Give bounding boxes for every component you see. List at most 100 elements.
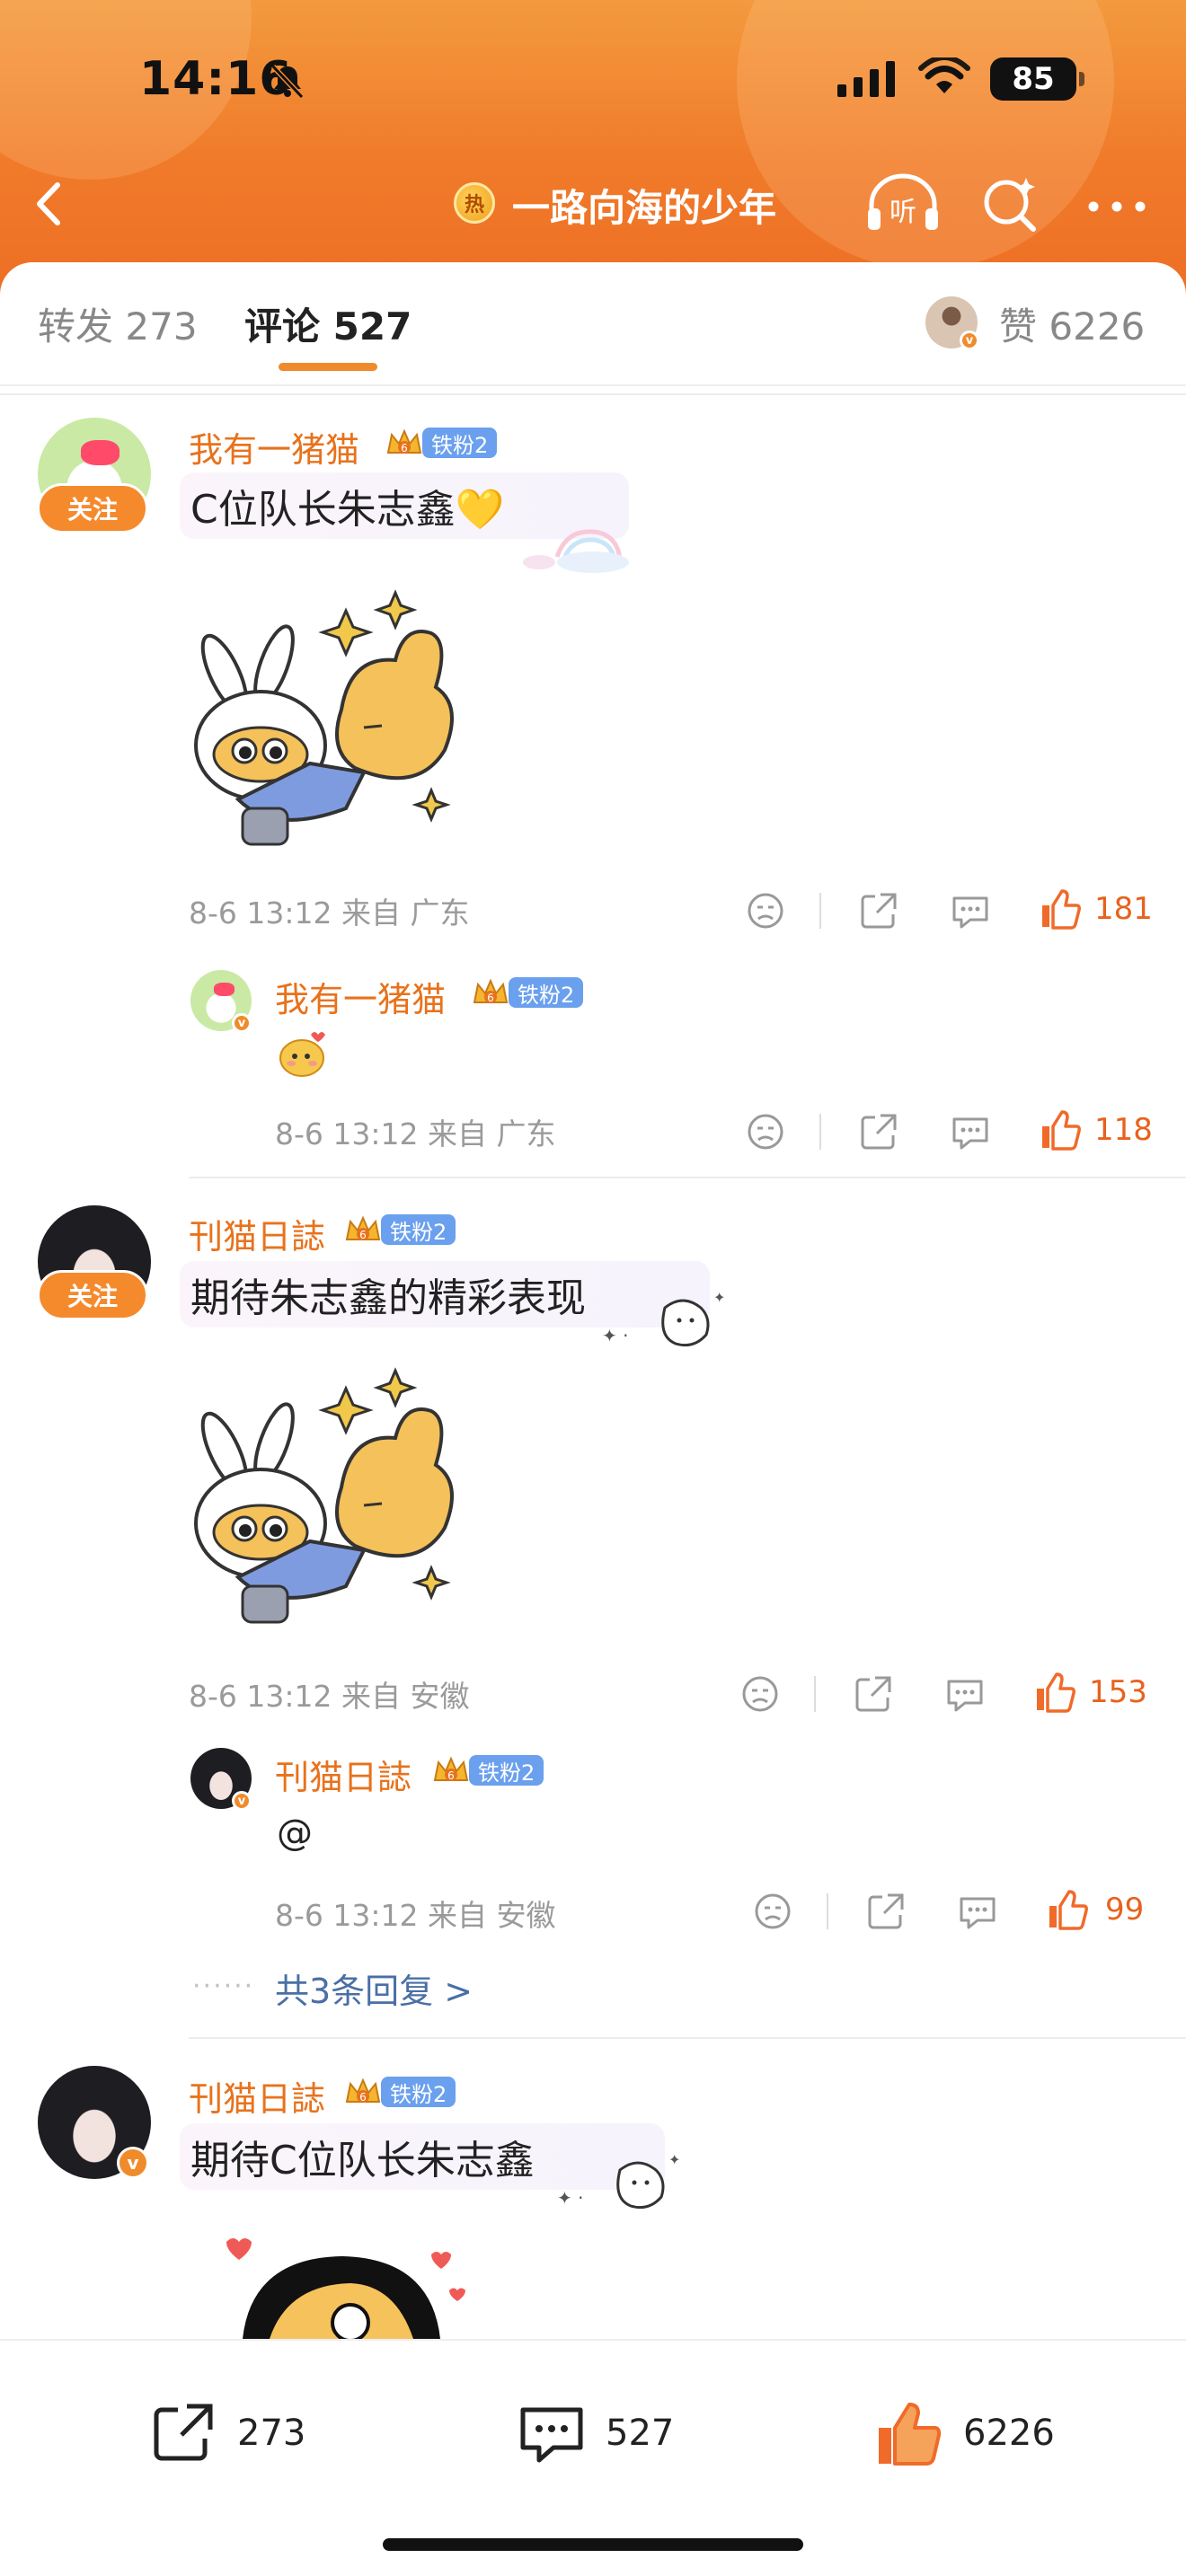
hot-badge-icon: 热 <box>454 182 495 224</box>
reply-bubble-icon[interactable] <box>949 889 992 932</box>
comment-count: 527 <box>606 2413 675 2454</box>
dislike-face-icon[interactable] <box>739 1672 782 1716</box>
more-options-icon[interactable] <box>1083 172 1151 235</box>
like-count: 118 <box>1094 1112 1153 1148</box>
timestamp-text: 8-6 13:12 <box>189 895 332 931</box>
reply-timestamp: 8-6 13:12 来自 安徽 <box>275 1892 556 1935</box>
share-icon[interactable] <box>864 1890 907 1933</box>
home-indicator <box>383 2538 803 2551</box>
fan-badge: 铁粉2 <box>422 428 498 458</box>
back-arrow-icon[interactable] <box>27 172 72 235</box>
reply-username[interactable]: 刊猫日誌 <box>275 1750 412 1799</box>
share-icon[interactable] <box>852 1672 895 1716</box>
tab-likes-label: 赞 <box>999 304 1038 348</box>
comment-timestamp: 8-6 13:12 来自 安徽 <box>189 1672 470 1716</box>
like-count: 6226 <box>963 2413 1055 2454</box>
action-separator <box>827 1893 828 1929</box>
wifi-icon <box>918 57 970 93</box>
comment-bubble-icon <box>520 2407 583 2463</box>
svg-text:✦: ✦ <box>668 2152 680 2168</box>
svg-text:6: 6 <box>487 992 494 1004</box>
tab-repost-count: 273 <box>125 304 198 348</box>
svg-text:✦: ✦ <box>713 1290 725 1306</box>
username[interactable]: 我有一猪猫 <box>189 422 359 472</box>
follow-button[interactable]: 关注 <box>37 1270 148 1320</box>
search-icon[interactable] <box>979 172 1042 235</box>
bell-muted-icon <box>270 64 305 100</box>
share-icon[interactable] <box>857 1110 900 1153</box>
fan-badge: 铁粉2 <box>381 1214 456 1245</box>
action-separator <box>814 1676 816 1712</box>
repost-button[interactable]: 273 <box>147 2393 305 2474</box>
ghost-decoration-icon: ✦ · ✦ <box>557 2152 680 2210</box>
battery-indicator: 85 <box>990 57 1084 101</box>
cloud-rainbow-decoration-icon <box>523 529 629 573</box>
action-separator <box>819 1114 821 1150</box>
verified-badge-icon: v <box>117 2147 149 2179</box>
blush-emoji-icon <box>279 1032 325 1077</box>
verified-badge-icon: v <box>960 331 979 350</box>
tab-bar: 转发 273 评论 527 v 赞 6226 <box>0 262 1186 386</box>
reply-username[interactable]: 我有一猪猫 <box>275 972 446 1021</box>
username[interactable]: 刊猫日誌 <box>189 1209 325 1258</box>
fan-badge: 铁粉2 <box>509 977 584 1008</box>
location-text: 来自 安徽 <box>428 1898 556 1933</box>
fan-crown-icon: 6 <box>386 428 422 454</box>
nav-bar: 热 一路向海的少年 听 <box>0 162 1186 243</box>
timestamp-text: 8-6 13:12 <box>189 1679 332 1714</box>
like-count: 153 <box>1089 1674 1147 1710</box>
bunny-thumbs-up-sticker <box>194 1367 454 1624</box>
dislike-face-icon[interactable] <box>751 1890 794 1933</box>
fan-crown-icon: 6 <box>433 1756 469 1782</box>
verified-badge-icon: v <box>232 1791 252 1811</box>
comment-button[interactable]: 527 <box>516 2393 674 2474</box>
repost-count: 273 <box>237 2413 306 2454</box>
fan-badge: 铁粉2 <box>469 1755 544 1786</box>
timestamp-text: 8-6 13:12 <box>275 1898 419 1933</box>
cartoon-character-sticker <box>226 2238 465 2339</box>
thumbs-up-icon[interactable] <box>1039 887 1082 931</box>
tab-comments[interactable]: 评论 527 <box>244 296 412 351</box>
tab-likes-count: 6226 <box>1049 304 1146 348</box>
verified-badge-icon: v <box>232 1013 252 1033</box>
reply-timestamp: 8-6 13:12 来自 广东 <box>275 1110 556 1153</box>
page-title[interactable]: 一路向海的少年 <box>512 178 776 233</box>
ghost-decoration-icon: ✦ · ✦ <box>602 1290 725 1347</box>
reply-bubble-icon[interactable] <box>943 1672 987 1716</box>
share-icon <box>154 2404 213 2461</box>
thumbs-up-icon[interactable] <box>1033 1671 1076 1714</box>
username[interactable]: 刊猫日誌 <box>189 2071 325 2121</box>
dislike-face-icon[interactable] <box>744 1110 787 1153</box>
location-text: 来自 广东 <box>428 1116 556 1151</box>
fan-badge: 铁粉2 <box>381 2077 456 2107</box>
fan-crown-icon: 6 <box>345 2078 381 2104</box>
status-bar: 14:16 85 <box>0 52 1186 124</box>
thumbs-up-icon[interactable] <box>1046 1888 1089 1931</box>
fan-crown-icon: 6 <box>473 978 509 1004</box>
view-more-replies-link[interactable]: 共3条回复 > <box>275 1963 473 2013</box>
thread-dots-icon: ······ <box>192 1971 255 2002</box>
dislike-face-icon[interactable] <box>744 889 787 932</box>
headphones-listen-icon[interactable]: 听 <box>863 172 943 235</box>
svg-text:6: 6 <box>447 1769 455 1782</box>
svg-text:6: 6 <box>359 1229 367 1241</box>
thumbs-up-icon[interactable] <box>1039 1108 1082 1151</box>
like-button[interactable]: 6226 <box>873 2393 1055 2474</box>
tab-likes[interactable]: 赞 6226 <box>999 296 1145 351</box>
timestamp-text: 8-6 13:12 <box>275 1116 419 1151</box>
reply-text: @ <box>277 1813 313 1854</box>
reply-bubble-icon[interactable] <box>956 1890 999 1933</box>
action-separator <box>819 893 821 929</box>
follow-button[interactable]: 关注 <box>37 483 148 534</box>
header: 14:16 85 热 一路向海的少年 听 <box>0 0 1186 296</box>
tab-repost[interactable]: 转发 273 <box>38 296 198 351</box>
share-icon[interactable] <box>857 889 900 932</box>
tab-comments-count: 527 <box>332 304 412 348</box>
liker-avatar: v <box>925 296 979 350</box>
tab-comments-label: 评论 <box>244 304 321 348</box>
divider <box>189 2037 1186 2039</box>
svg-text:听: 听 <box>890 197 916 228</box>
reply-bubble-icon[interactable] <box>949 1110 992 1153</box>
like-count: 181 <box>1094 891 1153 927</box>
like-count: 99 <box>1105 1892 1145 1928</box>
